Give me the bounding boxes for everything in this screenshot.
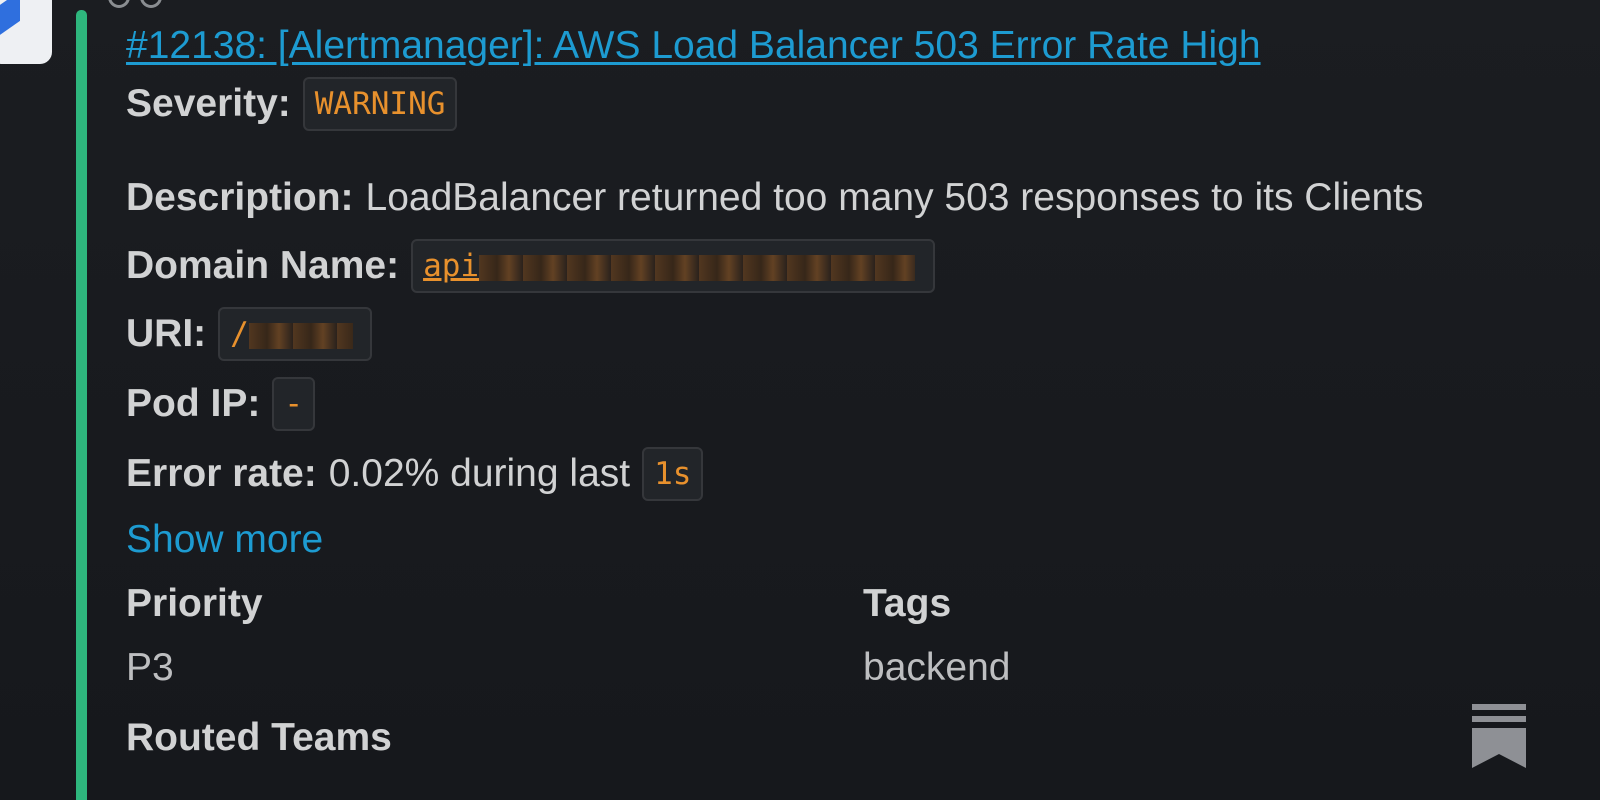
uri-label: URI:: [126, 312, 207, 355]
uri-value: /: [218, 307, 373, 361]
alert-attachment: #12138: [Alertmanager]: AWS Load Balance…: [126, 18, 1600, 768]
circle-icon: [140, 0, 162, 8]
alert-fields: Priority P3 Tags backend: [126, 574, 1600, 702]
severity-label: Severity:: [126, 82, 291, 125]
domain-text: api: [423, 248, 480, 284]
routed-teams-title: Routed Teams: [126, 716, 392, 759]
pod-ip-row: Pod IP: -: [126, 377, 1600, 431]
redacted-domain: [479, 254, 916, 281]
tags-value: backend: [863, 646, 1011, 689]
error-rate-row: Error rate: 0.02% during last 1s: [126, 447, 1600, 501]
attachment-accent-bar: [76, 10, 87, 800]
severity-row: Severity: WARNING: [126, 77, 1600, 131]
error-rate-window: 1s: [642, 447, 704, 501]
priority-title: Priority: [126, 582, 263, 625]
description-label: Description:: [126, 176, 354, 219]
show-more-link[interactable]: Show more: [126, 514, 323, 566]
jira-icon[interactable]: [0, 0, 52, 64]
message-actions-partial: [108, 0, 198, 8]
domain-value[interactable]: api: [411, 239, 936, 293]
pod-ip-value: -: [272, 377, 316, 431]
uri-row: URI: /: [126, 307, 1600, 361]
severity-badge: WARNING: [302, 77, 458, 131]
bookmark-icon[interactable]: [1470, 704, 1528, 770]
tags-title: Tags: [863, 582, 952, 625]
show-more-row: Show more: [126, 514, 1600, 566]
redacted-uri: [248, 322, 353, 349]
uri-text: /: [230, 316, 249, 352]
priority-field: Priority P3: [126, 574, 863, 702]
description-value: LoadBalancer returned too many 503 respo…: [365, 176, 1424, 219]
jira-logo-blade: [0, 0, 20, 40]
error-rate-label: Error rate:: [126, 452, 317, 495]
message-view: #12138: [Alertmanager]: AWS Load Balance…: [0, 0, 1600, 800]
tags-field: Tags backend: [863, 574, 1600, 702]
pod-ip-label: Pod IP:: [126, 382, 261, 425]
priority-value: P3: [126, 646, 174, 689]
circle-icon: [108, 0, 130, 8]
description-row: Description: LoadBalancer returned too m…: [126, 174, 1600, 222]
error-rate-text: 0.02% during last: [328, 452, 631, 495]
domain-label: Domain Name:: [126, 244, 400, 287]
domain-row: Domain Name: api: [126, 239, 1600, 293]
alert-title-link[interactable]: #12138: [Alertmanager]: AWS Load Balance…: [126, 18, 1600, 74]
